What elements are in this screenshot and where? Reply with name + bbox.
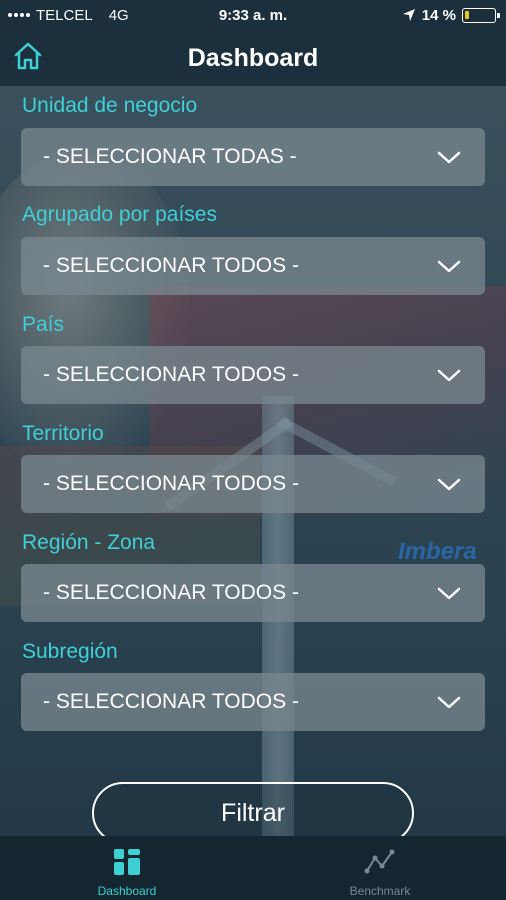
tab-benchmark-label: Benchmark xyxy=(349,884,411,898)
tab-bar: Dashboard Benchmark xyxy=(0,836,506,900)
select-value: - SELECCIONAR TODOS - xyxy=(43,581,299,604)
page-title: Dashboard xyxy=(187,43,319,72)
select-value: - SELECCIONAR TODOS - xyxy=(43,690,299,713)
tab-benchmark[interactable]: Benchmark xyxy=(315,836,445,900)
select-value: - SELECCIONAR TODOS - xyxy=(43,254,299,277)
label-region-zona: Región - Zona xyxy=(22,531,156,554)
select-territorio[interactable]: - SELECCIONAR TODOS - xyxy=(21,455,485,513)
select-value: - SELECCIONAR TODOS - xyxy=(43,472,299,495)
chevron-down-icon xyxy=(437,369,461,382)
select-value: - SELECCIONAR TODAS - xyxy=(43,145,297,168)
chevron-down-icon xyxy=(437,478,461,491)
dashboard-icon xyxy=(114,849,140,875)
header: Dashboard xyxy=(0,30,506,86)
select-region-zona[interactable]: - SELECCIONAR TODOS - xyxy=(21,564,485,622)
benchmark-icon xyxy=(364,849,395,874)
chevron-down-icon xyxy=(437,260,461,273)
tab-dashboard[interactable]: Dashboard xyxy=(62,836,192,900)
label-territorio: Territorio xyxy=(22,422,104,445)
status-bar: TELCEL 4G 9:33 a. m. 14 % xyxy=(0,0,506,30)
chevron-down-icon xyxy=(437,151,461,164)
label-pais: País xyxy=(22,313,65,336)
select-agrupado-por-paises[interactable]: - SELECCIONAR TODOS - xyxy=(21,237,485,295)
chevron-down-icon xyxy=(437,696,461,709)
background-brand-text: Imbera xyxy=(398,538,477,565)
home-icon[interactable] xyxy=(12,40,44,72)
select-pais[interactable]: - SELECCIONAR TODOS - xyxy=(21,346,485,404)
chevron-down-icon xyxy=(437,587,461,600)
select-subregion[interactable]: - SELECCIONAR TODOS - xyxy=(21,673,485,731)
label-agrupado-por-paises: Agrupado por países xyxy=(22,203,217,226)
location-arrow-icon xyxy=(402,9,415,21)
label-subregion: Subregión xyxy=(22,640,118,663)
filter-button[interactable]: Filtrar xyxy=(92,782,414,844)
battery-icon xyxy=(462,7,500,23)
tab-dashboard-label: Dashboard xyxy=(97,884,157,898)
label-unidad-de-negocio: Unidad de negocio xyxy=(22,94,198,117)
battery-percent: 14 % xyxy=(421,6,456,24)
select-value: - SELECCIONAR TODOS - xyxy=(43,363,299,386)
select-unidad-de-negocio[interactable]: - SELECCIONAR TODAS - xyxy=(21,128,485,186)
